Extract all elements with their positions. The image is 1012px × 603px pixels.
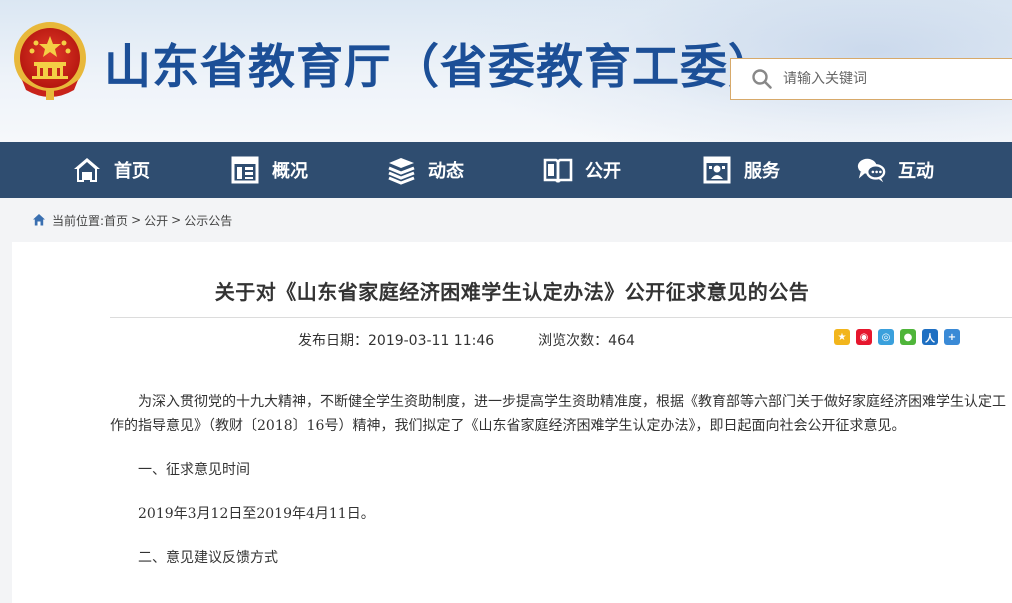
site-header: 山东省教育厅（省委教育工委） — [0, 0, 1012, 142]
nav-item-interact[interactable]: 互动 — [856, 142, 934, 198]
nav-item-open[interactable]: 公开 — [543, 142, 621, 198]
nav-label: 公开 — [585, 161, 621, 182]
breadcrumb: 当前位置: 首页 > 公开 > 公示公告 — [32, 210, 232, 230]
nav-item-service[interactable]: 服务 — [702, 142, 780, 198]
article-title: 关于对《山东省家庭经济困难学生认定办法》公开征求意见的公告 — [214, 280, 810, 304]
title-divider — [110, 317, 1012, 318]
home-small-icon — [33, 214, 45, 226]
news-stack-icon — [388, 158, 415, 185]
site-title: 山东省教育厅（省委教育工委） — [104, 40, 776, 95]
article-container: 关于对《山东省家庭经济困难学生认定办法》公开征求意见的公告 发布日期：2019-… — [12, 242, 1012, 603]
nav-item-news[interactable]: 动态 — [386, 142, 464, 198]
breadcrumb-prefix: 当前位置: — [52, 213, 105, 228]
service-icon — [703, 156, 731, 184]
national-emblem-icon — [14, 22, 86, 100]
nav-label: 概况 — [272, 161, 308, 182]
renren-icon[interactable]: 人 — [922, 329, 938, 345]
tqq-icon[interactable]: ◎ — [878, 329, 894, 345]
nav-label: 服务 — [744, 161, 780, 182]
publish-date: 发布日期：2019-03-11 11:46 — [298, 333, 495, 349]
nav-label: 首页 — [114, 161, 150, 182]
search-input[interactable] — [783, 71, 983, 87]
view-count: 浏览次数：464 — [538, 333, 635, 349]
main-nav: 首页 概况 动态 公开 服务 互动 — [0, 142, 1012, 198]
nav-item-overview[interactable]: 概况 — [230, 142, 308, 198]
more-share-icon[interactable]: + — [944, 329, 960, 345]
article-section-heading: 一、征求意见时间 — [138, 462, 250, 478]
nav-item-home[interactable]: 首页 — [72, 142, 150, 198]
qzone-icon[interactable]: ★ — [834, 329, 850, 345]
nav-label: 互动 — [898, 161, 934, 182]
breadcrumb-home[interactable]: 首页 — [104, 212, 128, 229]
article-paragraph: 2019年3月12日至2019年4月11日。 — [138, 506, 375, 522]
article-section-heading: 二、意见建议反馈方式 — [138, 550, 278, 566]
article-paragraph: 为深入贯彻党的十九大精神，不断健全学生资助制度，进一步提高学生资助精准度，根据《… — [110, 394, 1006, 434]
breadcrumb-separator: > — [131, 213, 142, 227]
article-body: 为深入贯彻党的十九大精神，不断健全学生资助制度，进一步提高学生资助精准度，根据《… — [110, 390, 1012, 570]
open-book-icon — [543, 158, 573, 183]
share-bar: ★ ◉ ◎ ● 人 + — [834, 329, 966, 345]
weibo-icon[interactable]: ◉ — [856, 329, 872, 345]
search-box[interactable] — [730, 58, 1012, 100]
building-icon — [231, 156, 259, 184]
home-icon — [74, 158, 100, 182]
breadcrumb-notices[interactable]: 公示公告 — [184, 212, 232, 229]
breadcrumb-open[interactable]: 公开 — [144, 212, 168, 229]
article-meta: 发布日期：2019-03-11 11:46 浏览次数：464 — [298, 330, 635, 350]
wechat-icon[interactable]: ● — [900, 329, 916, 345]
search-icon[interactable] — [751, 68, 773, 90]
chat-bubble-icon — [857, 158, 886, 183]
nav-label: 动态 — [428, 161, 464, 182]
breadcrumb-separator: > — [171, 213, 182, 227]
